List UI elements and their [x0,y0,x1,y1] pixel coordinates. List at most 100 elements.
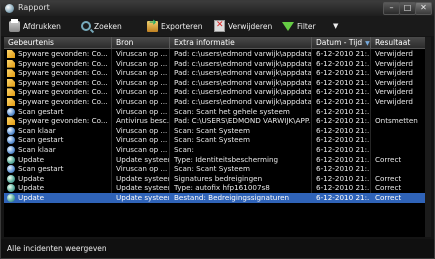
cell-info: Scan: [170,145,312,155]
cell-result [371,125,431,136]
filter-label: Filter [297,21,316,31]
cell-result [371,145,431,155]
cell-event: Spyware gevonden: Co... [4,68,112,78]
cell-source: Viruscan op ... [112,125,170,136]
cell-date: 6-12-2010 21:... [312,173,371,184]
column-header-source[interactable]: Bron [112,37,170,48]
table-row[interactable]: Scan gestart Viruscan op ... Scan: Scant h… [4,106,431,117]
cell-event: Spyware gevonden: Co... [4,97,112,107]
cell-date: 6-12-2010 21:... [312,49,371,59]
table-row[interactable]: Scan klaar Viruscan op ... Scan: 6-12-2010 … [4,145,431,155]
column-header-result[interactable]: Resultaat [371,37,431,48]
print-button[interactable]: Afdrukken [9,18,61,33]
cell-result: Ontsmetten [371,116,431,126]
cell-date: 6-12-2010 21:... [312,97,371,107]
cell-result [371,164,431,174]
table-row[interactable]: Update Update systeem Type: Identiteitsbes… [4,154,431,165]
table-row[interactable]: Spyware gevonden: Co... Viruscan op ... Pa… [4,87,431,97]
table-row[interactable]: Spyware gevonden: Co... Viruscan op ... Pa… [4,77,431,88]
table-row[interactable]: Spyware gevonden: Co... Viruscan op ... Pa… [4,58,431,69]
cell-date: 6-12-2010 21:... [312,164,371,174]
cell-result: Correct [371,173,431,184]
table-row[interactable]: Spyware gevonden: Co... Viruscan op ... Pa… [4,97,431,107]
cell-source: Update systeem [112,183,170,193]
report-window: Rapport – □ ✕ Afdrukken Zoeken Exportere… [0,0,435,259]
export-button[interactable]: Exporteren [147,18,203,33]
cell-date: 6-12-2010 21:... [312,106,371,117]
search-button[interactable]: Zoeken [81,19,122,33]
cell-info: Pad: c:\users\edmond varwijk\appdata\... [170,77,312,88]
cell-result: Correct [371,193,431,203]
table-row[interactable]: Scan gestart Viruscan op ... Scan: Scant S… [4,164,431,174]
cell-source: Viruscan op ... [112,106,170,117]
cell-result: Verwijderd [371,97,431,107]
search-label: Zoeken [94,21,122,31]
cell-event: Scan gestart [4,135,112,145]
show-all-incidents-link[interactable]: Alle incidenten weergeven [7,244,107,253]
cell-date: 6-12-2010 21:... [312,77,371,88]
cell-event: Scan klaar [4,145,112,155]
printer-icon [9,18,20,32]
cell-info: Bestand: Bedreigingssignaturen [170,193,312,203]
cell-event: Spyware gevonden: Co... [4,116,112,126]
table-header: Gebeurtenis Bron Extra informatie Datum … [4,37,431,49]
delete-button[interactable]: Verwijderen [214,19,272,33]
table-row[interactable]: Update Update systeem Signatures bedreigin… [4,173,431,184]
cell-source: Antivirus besc... [112,116,170,126]
table-row[interactable]: Scan gestart Viruscan op ... Scan: Scant S… [4,135,431,145]
cell-source: Viruscan op ... [112,58,170,69]
delete-icon [214,20,225,32]
more-dropdown[interactable]: ▼ [333,19,338,33]
cell-info: Scan: Scant het gehele systeem [170,106,312,117]
title-bar[interactable]: Rapport – □ ✕ [1,1,434,16]
cell-result: Correct [371,154,431,165]
cell-source: Viruscan op ... [112,135,170,145]
cell-event: Update [4,193,112,203]
cell-event: Scan gestart [4,106,112,117]
close-button[interactable]: ✕ [415,2,432,15]
cell-info: Pad: c:\users\edmond varwijk\appdata\... [170,68,312,78]
cell-source: Update systeem [112,193,170,203]
funnel-icon [282,21,294,31]
cell-info: Type: autofix hfp161007s8 [170,183,312,193]
cell-result [371,106,431,117]
window-title: Rapport [18,3,50,12]
table-row[interactable]: Spyware gevonden: Co... Viruscan op ... Pa… [4,49,431,59]
cell-event: Update [4,173,112,184]
cell-date: 6-12-2010 21:... [312,193,371,203]
print-label: Afdrukken [23,21,61,31]
cell-source: Viruscan op ... [112,87,170,97]
column-header-info[interactable]: Extra informatie [170,37,312,48]
table-row[interactable]: Spyware gevonden: Co... Antivirus besc...… [4,116,431,126]
cell-source: Viruscan op ... [112,145,170,155]
table-row[interactable]: Scan klaar Viruscan op ... Scan: Scant Sys… [4,125,431,136]
column-header-date[interactable]: Datum - Tijd ▼ [312,37,371,48]
cell-event: Spyware gevonden: Co... [4,87,112,97]
table-row[interactable]: Spyware gevonden: Co... Viruscan op ... Pa… [4,68,431,78]
table-row[interactable]: Update Update systeem Bestand: Bedreigings… [4,193,431,203]
cell-event: Scan klaar [4,125,112,136]
cell-result: Verwijderd [371,87,431,97]
cell-date: 6-12-2010 21:... [312,135,371,145]
vertical-scrollbar[interactable] [425,37,431,237]
incident-table: Gebeurtenis Bron Extra informatie Datum … [4,37,431,237]
magnifier-icon [81,21,91,31]
toolbar: Afdrukken Zoeken Exporteren Verwijderen … [1,16,434,36]
filter-button[interactable]: Filter [282,19,316,33]
cell-source: Viruscan op ... [112,77,170,88]
table-row[interactable]: Update Update systeem Type: autofix hfp161… [4,183,431,193]
cell-date: 6-12-2010 21:... [312,68,371,78]
export-label: Exporteren [161,21,203,31]
app-icon [5,4,14,13]
cell-result: Verwijderd [371,58,431,69]
export-icon [147,18,158,32]
cell-event: Update [4,154,112,165]
cell-source: Viruscan op ... [112,97,170,107]
maximize-button[interactable]: □ [399,2,416,15]
minimize-button[interactable]: – [383,2,400,15]
cell-result: Correct [371,183,431,193]
cell-info: Scan: Scant Systeem [170,125,312,136]
cell-event: Spyware gevonden: Co... [4,58,112,69]
column-header-event[interactable]: Gebeurtenis [4,37,112,48]
cell-result: Verwijderd [371,77,431,88]
